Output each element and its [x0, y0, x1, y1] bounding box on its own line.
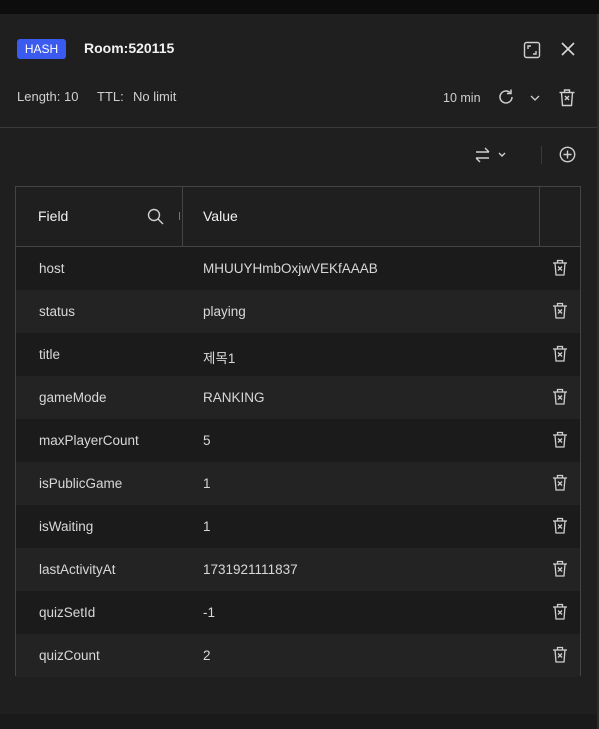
value-cell[interactable]: -1: [203, 605, 215, 620]
trash-icon[interactable]: [552, 560, 568, 577]
trash-icon[interactable]: [552, 517, 568, 534]
table-row[interactable]: quizSetId -1: [16, 591, 580, 634]
field-cell: quizCount: [39, 648, 100, 663]
column-resize-handle[interactable]: [178, 211, 184, 221]
key-details-panel: HASH Room:520115 Length: 10 TTL: No limi…: [0, 14, 597, 729]
refresh-interval: 10 min: [443, 91, 481, 105]
header-divider: [0, 127, 597, 128]
table-row[interactable]: maxPlayerCount 5: [16, 419, 580, 462]
trash-icon[interactable]: [552, 388, 568, 405]
value-cell[interactable]: RANKING: [203, 390, 265, 405]
table-row[interactable]: quizCount 2: [16, 634, 580, 677]
bottom-bar: [0, 714, 597, 729]
trash-icon[interactable]: [552, 431, 568, 448]
expand-icon[interactable]: [523, 41, 541, 59]
value-cell[interactable]: 2: [203, 648, 211, 663]
table-row[interactable]: status playing: [16, 290, 580, 333]
field-cell: title: [39, 347, 61, 362]
trash-icon[interactable]: [552, 259, 568, 276]
chevron-down-icon[interactable]: [530, 95, 540, 102]
field-cell: maxPlayerCount: [39, 433, 139, 448]
value-cell[interactable]: 제목1: [203, 347, 235, 367]
ttl-label: TTL:: [97, 89, 124, 104]
table-row[interactable]: lastActivityAt 1731921111837: [16, 548, 580, 591]
key-type-badge: HASH: [17, 39, 66, 59]
key-name: Room:520115: [84, 40, 175, 56]
value-cell[interactable]: playing: [203, 304, 246, 319]
column-header-field: Field: [38, 208, 69, 224]
value-cell[interactable]: 1: [203, 519, 211, 534]
close-icon[interactable]: [560, 41, 576, 57]
field-cell: host: [39, 261, 65, 276]
toolbar-separator: [541, 146, 542, 164]
trash-icon[interactable]: [552, 474, 568, 491]
column-header-value: Value: [203, 208, 238, 224]
value-cell[interactable]: 1731921111837: [203, 562, 298, 577]
refresh-icon[interactable]: [497, 88, 515, 106]
trash-icon[interactable]: [552, 603, 568, 620]
value-cell[interactable]: 1: [203, 476, 211, 491]
search-icon[interactable]: [147, 208, 164, 225]
field-cell: lastActivityAt: [39, 562, 116, 577]
ttl-value[interactable]: No limit: [133, 89, 176, 104]
value-cell[interactable]: MHUUYHmbOxjwVEKfAAAB: [203, 261, 378, 276]
table-body: host MHUUYHmbOxjwVEKfAAAB status playing t…: [16, 247, 580, 677]
table-row[interactable]: isPublicGame 1: [16, 462, 580, 505]
value-cell[interactable]: 5: [203, 433, 211, 448]
table-row[interactable]: host MHUUYHmbOxjwVEKfAAAB: [16, 247, 580, 290]
trash-icon[interactable]: [552, 345, 568, 362]
field-cell: gameMode: [39, 390, 107, 405]
swap-icon[interactable]: [474, 146, 506, 164]
window-top-strip: [0, 0, 599, 14]
delete-key-icon[interactable]: [558, 88, 576, 107]
trash-icon[interactable]: [552, 302, 568, 319]
table-header: Field Value: [16, 187, 580, 247]
hash-fields-table: Field Value host MHUUYHmbOxjwVEKfAAAB sta…: [15, 186, 581, 677]
add-circle-icon[interactable]: [559, 146, 576, 163]
table-row[interactable]: isWaiting 1: [16, 505, 580, 548]
trash-icon[interactable]: [552, 646, 568, 663]
field-cell: isPublicGame: [39, 476, 123, 491]
field-cell: quizSetId: [39, 605, 96, 620]
key-length: Length: 10: [17, 89, 79, 104]
table-row[interactable]: title 제목1: [16, 333, 580, 376]
field-cell: status: [39, 304, 76, 319]
table-row[interactable]: gameMode RANKING: [16, 376, 580, 419]
field-cell: isWaiting: [39, 519, 94, 534]
